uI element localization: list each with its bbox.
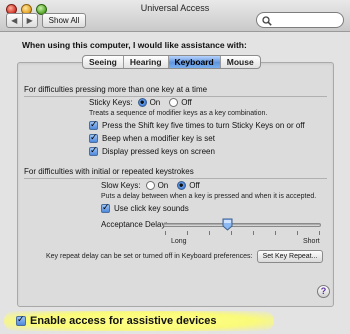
click-sounds-option[interactable]: Use click key sounds [101, 202, 189, 213]
tab-bar: Seeing Hearing Keyboard Mouse [82, 55, 261, 69]
slow-section-title: For difficulties with initial or repeate… [24, 167, 194, 176]
key-repeat-text: Key repeat delay can be set or turned of… [46, 253, 253, 260]
bottom-bar: Enable access for assistive devices [0, 309, 350, 334]
keyboard-panel: For difficulties pressing more than one … [17, 62, 334, 307]
help-button[interactable]: ? [317, 285, 330, 298]
slider-long-label: Long [171, 238, 187, 245]
click-sounds-label: Use click key sounds [114, 204, 189, 213]
slow-on-label: On [157, 181, 169, 190]
sticky-keys-row: Sticky Keys: On Off [89, 98, 192, 107]
slider-tick [297, 231, 298, 235]
slider-tick [275, 231, 276, 235]
sticky-on-radio[interactable] [137, 98, 147, 107]
sticky-section-title: For difficulties pressing more than one … [24, 85, 208, 94]
tab-hearing[interactable]: Hearing [124, 56, 169, 68]
preferences-window: Universal Access ◀ ▶ Show All When using… [0, 0, 350, 334]
tab-seeing[interactable]: Seeing [83, 56, 124, 68]
beep-checkbox[interactable] [89, 132, 98, 143]
slider-tick [187, 231, 188, 235]
forward-button[interactable]: ▶ [23, 14, 38, 27]
sticky-option-beep[interactable]: Beep when a modifier key is set [89, 132, 215, 143]
divider [24, 96, 327, 97]
title-bar: Universal Access ◀ ▶ Show All [0, 0, 350, 32]
slow-off-label: Off [189, 181, 200, 190]
shift-option-label: Press the Shift key five times to turn S… [102, 121, 305, 130]
sticky-keys-label: Sticky Keys: [89, 98, 133, 107]
slow-off-radio[interactable] [177, 181, 187, 190]
slider-tick [253, 231, 254, 235]
shift-checkbox[interactable] [89, 119, 98, 130]
show-all-button[interactable]: Show All [42, 13, 86, 28]
tab-keyboard[interactable]: Keyboard [168, 56, 221, 68]
divider [24, 178, 327, 179]
assistance-heading: When using this computer, I would like a… [22, 40, 247, 50]
slider-tick [209, 231, 210, 235]
display-option-label: Display pressed keys on screen [102, 147, 215, 156]
slider-tick [165, 231, 166, 235]
slider-tick [231, 231, 232, 235]
assistive-devices-option[interactable]: Enable access for assistive devices [16, 314, 217, 327]
click-sounds-checkbox[interactable] [101, 202, 110, 213]
navigation-buttons: ◀ ▶ [6, 13, 38, 28]
sticky-off-radio[interactable] [169, 98, 179, 107]
slider-tick [319, 231, 320, 235]
sticky-option-shift[interactable]: Press the Shift key five times to turn S… [89, 119, 305, 130]
back-button[interactable]: ◀ [7, 14, 23, 27]
slow-description: Puts a delay between when a key is press… [101, 193, 317, 200]
acceptance-delay-label: Acceptance Delay: [101, 220, 168, 229]
beep-option-label: Beep when a modifier key is set [102, 134, 215, 143]
assistive-label: Enable access for assistive devices [30, 315, 217, 327]
tab-mouse[interactable]: Mouse [221, 56, 260, 68]
slow-on-radio[interactable] [145, 181, 155, 190]
slider-thumb[interactable] [222, 218, 233, 231]
assistive-checkbox[interactable] [16, 314, 26, 326]
set-key-repeat-button[interactable]: Set Key Repeat... [257, 250, 323, 263]
slow-keys-label: Slow Keys: [101, 181, 141, 190]
sticky-option-display[interactable]: Display pressed keys on screen [89, 145, 215, 156]
sticky-on-label: On [149, 98, 161, 107]
sticky-description: Treats a sequence of modifier keys as a … [89, 110, 268, 117]
slider-short-label: Short [303, 238, 320, 245]
slow-keys-row: Slow Keys: On Off [101, 181, 200, 190]
search-input[interactable] [256, 12, 344, 28]
display-checkbox[interactable] [89, 145, 98, 156]
sticky-off-label: Off [181, 98, 192, 107]
search-icon [262, 16, 272, 26]
acceptance-delay-slider[interactable] [163, 223, 321, 227]
